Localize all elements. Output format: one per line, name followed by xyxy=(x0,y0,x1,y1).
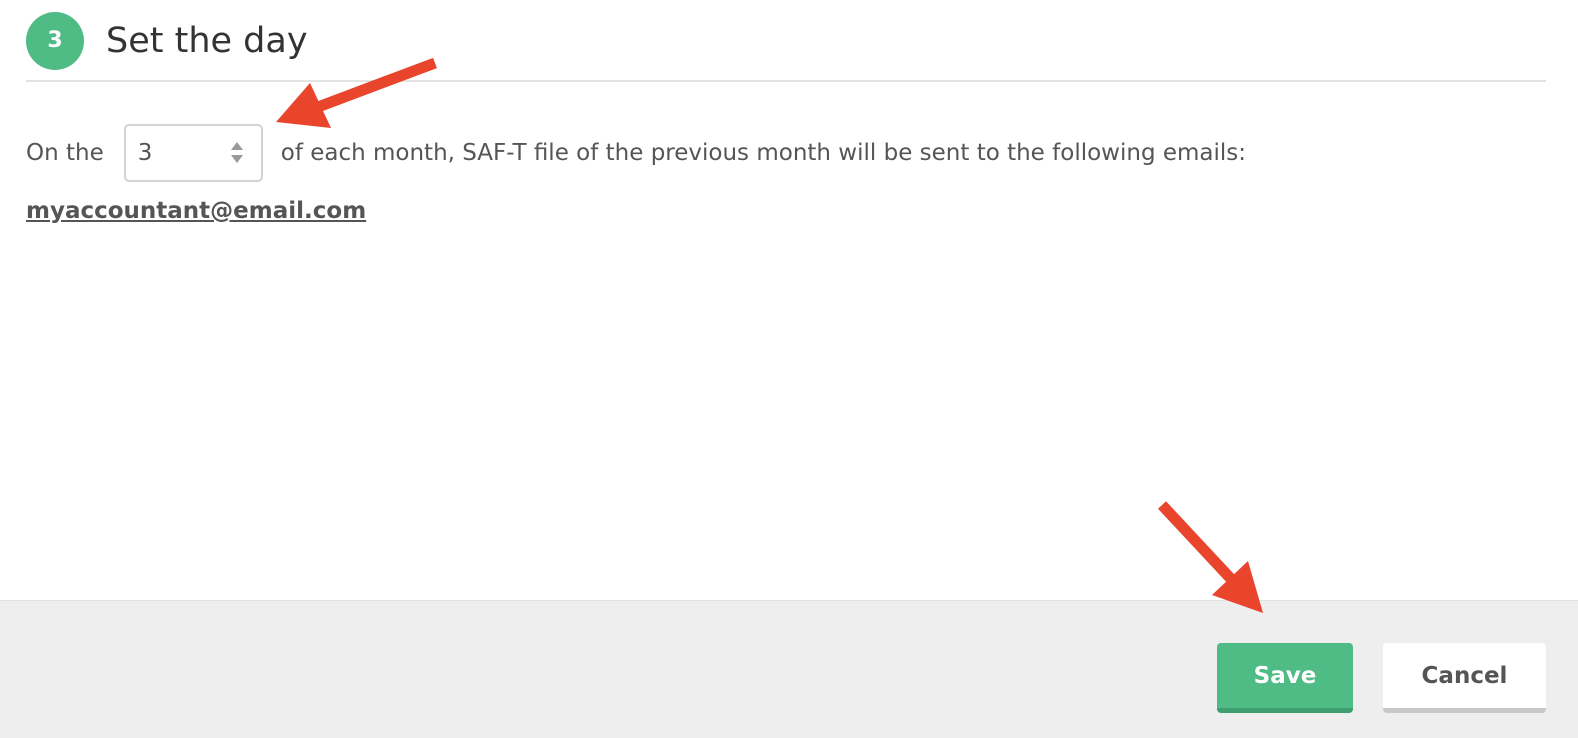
stepper-up-icon[interactable] xyxy=(230,142,243,150)
annotation-arrow-icon xyxy=(1157,501,1263,613)
stepper-down-icon[interactable] xyxy=(230,155,243,163)
save-button[interactable]: Save xyxy=(1217,643,1353,713)
dialog-footer: Save Cancel xyxy=(0,600,1578,738)
schedule-sentence: On the 3 of each month, SAF-T file of th… xyxy=(26,124,1246,182)
step-header: 3 Set the day xyxy=(26,12,1546,82)
cancel-button[interactable]: Cancel xyxy=(1383,643,1546,713)
step-number-badge: 3 xyxy=(26,12,84,70)
day-of-month-value[interactable]: 3 xyxy=(138,126,153,180)
schedule-prefix-text: On the xyxy=(26,140,104,166)
recipient-email-link[interactable]: myaccountant@email.com xyxy=(26,198,366,224)
stepper-arrows[interactable] xyxy=(230,142,243,166)
step-title: Set the day xyxy=(106,21,308,61)
schedule-suffix-text: of each month, SAF-T file of the previou… xyxy=(280,140,1247,166)
day-of-month-stepper[interactable]: 3 xyxy=(123,124,263,182)
